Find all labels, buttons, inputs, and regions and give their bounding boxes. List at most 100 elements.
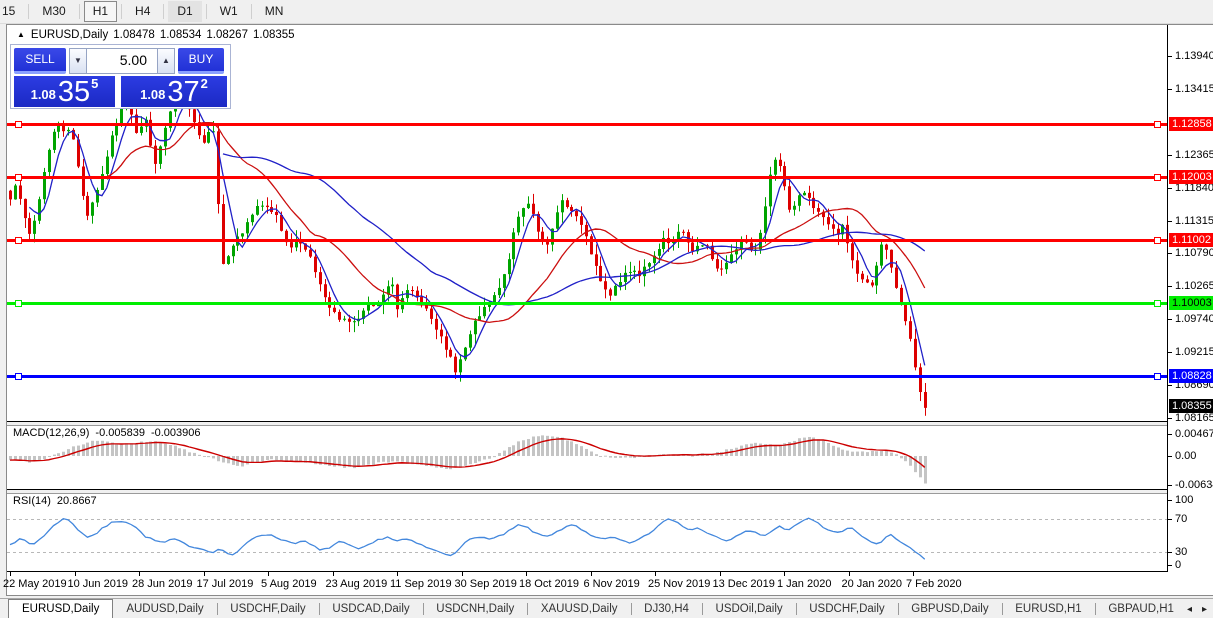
price-line-tag: 1.12003 (1169, 170, 1213, 185)
toolbar-separator (78, 4, 80, 19)
date-axis-label: 28 Jun 2019 (132, 578, 193, 590)
date-axis-label: 11 Sep 2019 (390, 578, 452, 590)
price-axis-label: 1.13940 (1175, 50, 1213, 62)
date-axis-tick (590, 572, 592, 576)
macd-name: MACD(12,26,9) (13, 427, 90, 439)
price-axis-tick (1168, 154, 1172, 156)
buy-button[interactable]: BUY (178, 48, 224, 74)
sell-button[interactable]: SELL (14, 48, 66, 74)
macd-main-value: -0.005839 (95, 427, 145, 439)
macd-signal-value: -0.003906 (150, 427, 201, 439)
price-axis[interactable]: 1.13940 1.13415 1.12365 1.11840 1.11315 1.107… (1168, 25, 1213, 571)
collapse-panel-icon[interactable]: ▲ (17, 30, 25, 39)
rsi-label: RSI(14) 20.8667 (13, 495, 103, 507)
timeframe-button-mn[interactable]: MN (256, 1, 293, 22)
macd-axis-tick (1168, 434, 1172, 436)
sell-price-quote[interactable]: 1.08 35 5 (14, 76, 115, 107)
date-axis-label: 18 Oct 2019 (519, 578, 579, 590)
chart-tab-eurusd-h1[interactable]: EURUSD,H1 (1002, 600, 1094, 618)
chart-tab-usdoil-daily[interactable]: USDOil,Daily (703, 600, 796, 618)
timeframe-button-h4[interactable]: H4 (126, 1, 159, 22)
date-axis-label: 23 Aug 2019 (325, 578, 388, 590)
date-axis-label: 22 May 2019 (3, 578, 67, 590)
buy-price-quote[interactable]: 1.08 37 2 (121, 76, 227, 107)
chart-tab-xauusd-daily[interactable]: XAUUSD,Daily (528, 600, 631, 618)
price-axis-label: 1.08165 (1175, 412, 1213, 425)
date-axis-label: 1 Jan 2020 (777, 578, 832, 590)
chart-tab-usdcad-daily[interactable]: USDCAD,Daily (319, 600, 422, 618)
date-axis-label: 20 Jan 2020 (841, 578, 903, 590)
date-axis-label: 7 Feb 2020 (906, 578, 962, 590)
trade-controls-row: SELL ▼ 5.00 ▲ BUY (14, 48, 224, 74)
rsi-axis-tick (1168, 552, 1172, 553)
timeframe-button-h1[interactable]: H1 (83, 1, 118, 22)
macd-label: MACD(12,26,9) -0.005839 -0.003906 (13, 427, 207, 439)
price-axis-label: 1.13415 (1175, 82, 1213, 95)
date-axis-tick (332, 572, 334, 576)
date-axis-tick (719, 572, 721, 576)
timeframe-toolbar: 15 M30 H1 H4 D1 W1 MN (0, 0, 1213, 24)
chart-tab-audusd-daily[interactable]: AUDUSD,Daily (113, 600, 216, 618)
buy-price-big: 37 (167, 76, 200, 108)
date-axis[interactable]: 22 May 2019 10 Jun 2019 28 Jun 2019 17 Jul … (3, 572, 1213, 595)
timeframe-button-d1[interactable]: D1 (168, 1, 202, 22)
chart-tab-gbpaud-h1[interactable]: GBPAUD,H1 (1095, 600, 1187, 618)
chart-tab-usdchf-daily[interactable]: USDCHF,Daily (217, 600, 318, 618)
date-axis-tick (397, 572, 398, 576)
pane-splitter[interactable] (7, 490, 1213, 494)
ohlc-open: 1.08478 (113, 29, 155, 41)
sell-price-big: 35 (57, 76, 91, 108)
price-axis-tick (1168, 220, 1172, 222)
trade-quotes-row: 1.08 35 5 1.08 37 2 (14, 76, 227, 107)
chart-tab-usdchf-daily[interactable]: USDCHF,Daily (796, 600, 897, 618)
date-axis-label: 17 Jul 2019 (196, 578, 254, 590)
date-axis-label: 5 Aug 2019 (261, 578, 317, 590)
date-axis-label: 13 Dec 2019 (712, 578, 775, 590)
rsi-value: 20.8667 (56, 495, 97, 507)
one-click-trading-panel: SELL ▼ 5.00 ▲ BUY 1.08 35 5 1.08 37 2 (10, 44, 231, 109)
rsi-axis-label: 30 (1175, 546, 1188, 558)
rsi-pane-canvas[interactable] (7, 493, 1167, 571)
date-axis-tick (848, 572, 850, 576)
chart-tab-usdcnh-daily[interactable]: USDCNH,Daily (423, 600, 527, 618)
pane-splitter[interactable] (7, 422, 1213, 426)
date-axis-tick (203, 572, 205, 576)
tab-scroll-left-icon[interactable]: ◂ (1187, 604, 1192, 615)
timeframe-button-w1[interactable]: W1 (211, 1, 247, 22)
date-axis-tick (526, 572, 527, 576)
toolbar-separator (121, 4, 123, 19)
chart-tab-dj30-h4[interactable]: DJ30,H4 (631, 600, 702, 618)
price-line-tag: 1.08828 (1169, 369, 1213, 384)
rsi-axis-tick (1168, 500, 1172, 501)
price-axis-tick (1168, 418, 1172, 420)
volume-decrease-button[interactable]: ▼ (69, 48, 87, 74)
sell-price-prefix: 1.08 (30, 87, 56, 102)
date-axis-label: 10 Jun 2019 (67, 578, 129, 590)
date-axis-label: 30 Sep 2019 (454, 578, 517, 590)
price-axis-tick (1168, 286, 1172, 288)
rsi-axis-tick (1168, 519, 1172, 520)
date-axis-label: 6 Nov 2019 (583, 578, 640, 590)
chart-tab-gbpusd-daily[interactable]: GBPUSD,Daily (898, 600, 1001, 618)
rsi-axis-label: 70 (1175, 513, 1188, 525)
chart-symbol-label: EURUSD,Daily (30, 29, 109, 41)
date-axis-tick (461, 572, 463, 576)
date-axis-tick (74, 572, 76, 576)
timeframe-button-15[interactable]: 15 (0, 1, 24, 22)
date-axis-tick (913, 572, 914, 576)
macd-axis-tick (1168, 485, 1172, 487)
rsi-axis-label: 0 (1175, 559, 1182, 571)
price-line-tag: 1.12858 (1169, 116, 1213, 131)
timeframe-button-m30[interactable]: M30 (33, 1, 74, 22)
price-axis-label: 1.09740 (1175, 313, 1213, 326)
volume-input[interactable]: 5.00 (87, 48, 157, 74)
tab-scroll-right-icon[interactable]: ▸ (1202, 604, 1207, 615)
date-axis-tick (655, 572, 656, 576)
price-axis-label: 1.11315 (1175, 214, 1213, 227)
price-line-tag: 1.08355 (1169, 399, 1213, 414)
price-axis-tick (1168, 352, 1172, 354)
chart-tab-eurusd-daily[interactable]: EURUSD,Daily (8, 598, 114, 618)
price-line-tag: 1.11002 (1169, 233, 1213, 248)
price-axis-tick (1168, 56, 1172, 57)
volume-increase-button[interactable]: ▲ (157, 48, 175, 74)
